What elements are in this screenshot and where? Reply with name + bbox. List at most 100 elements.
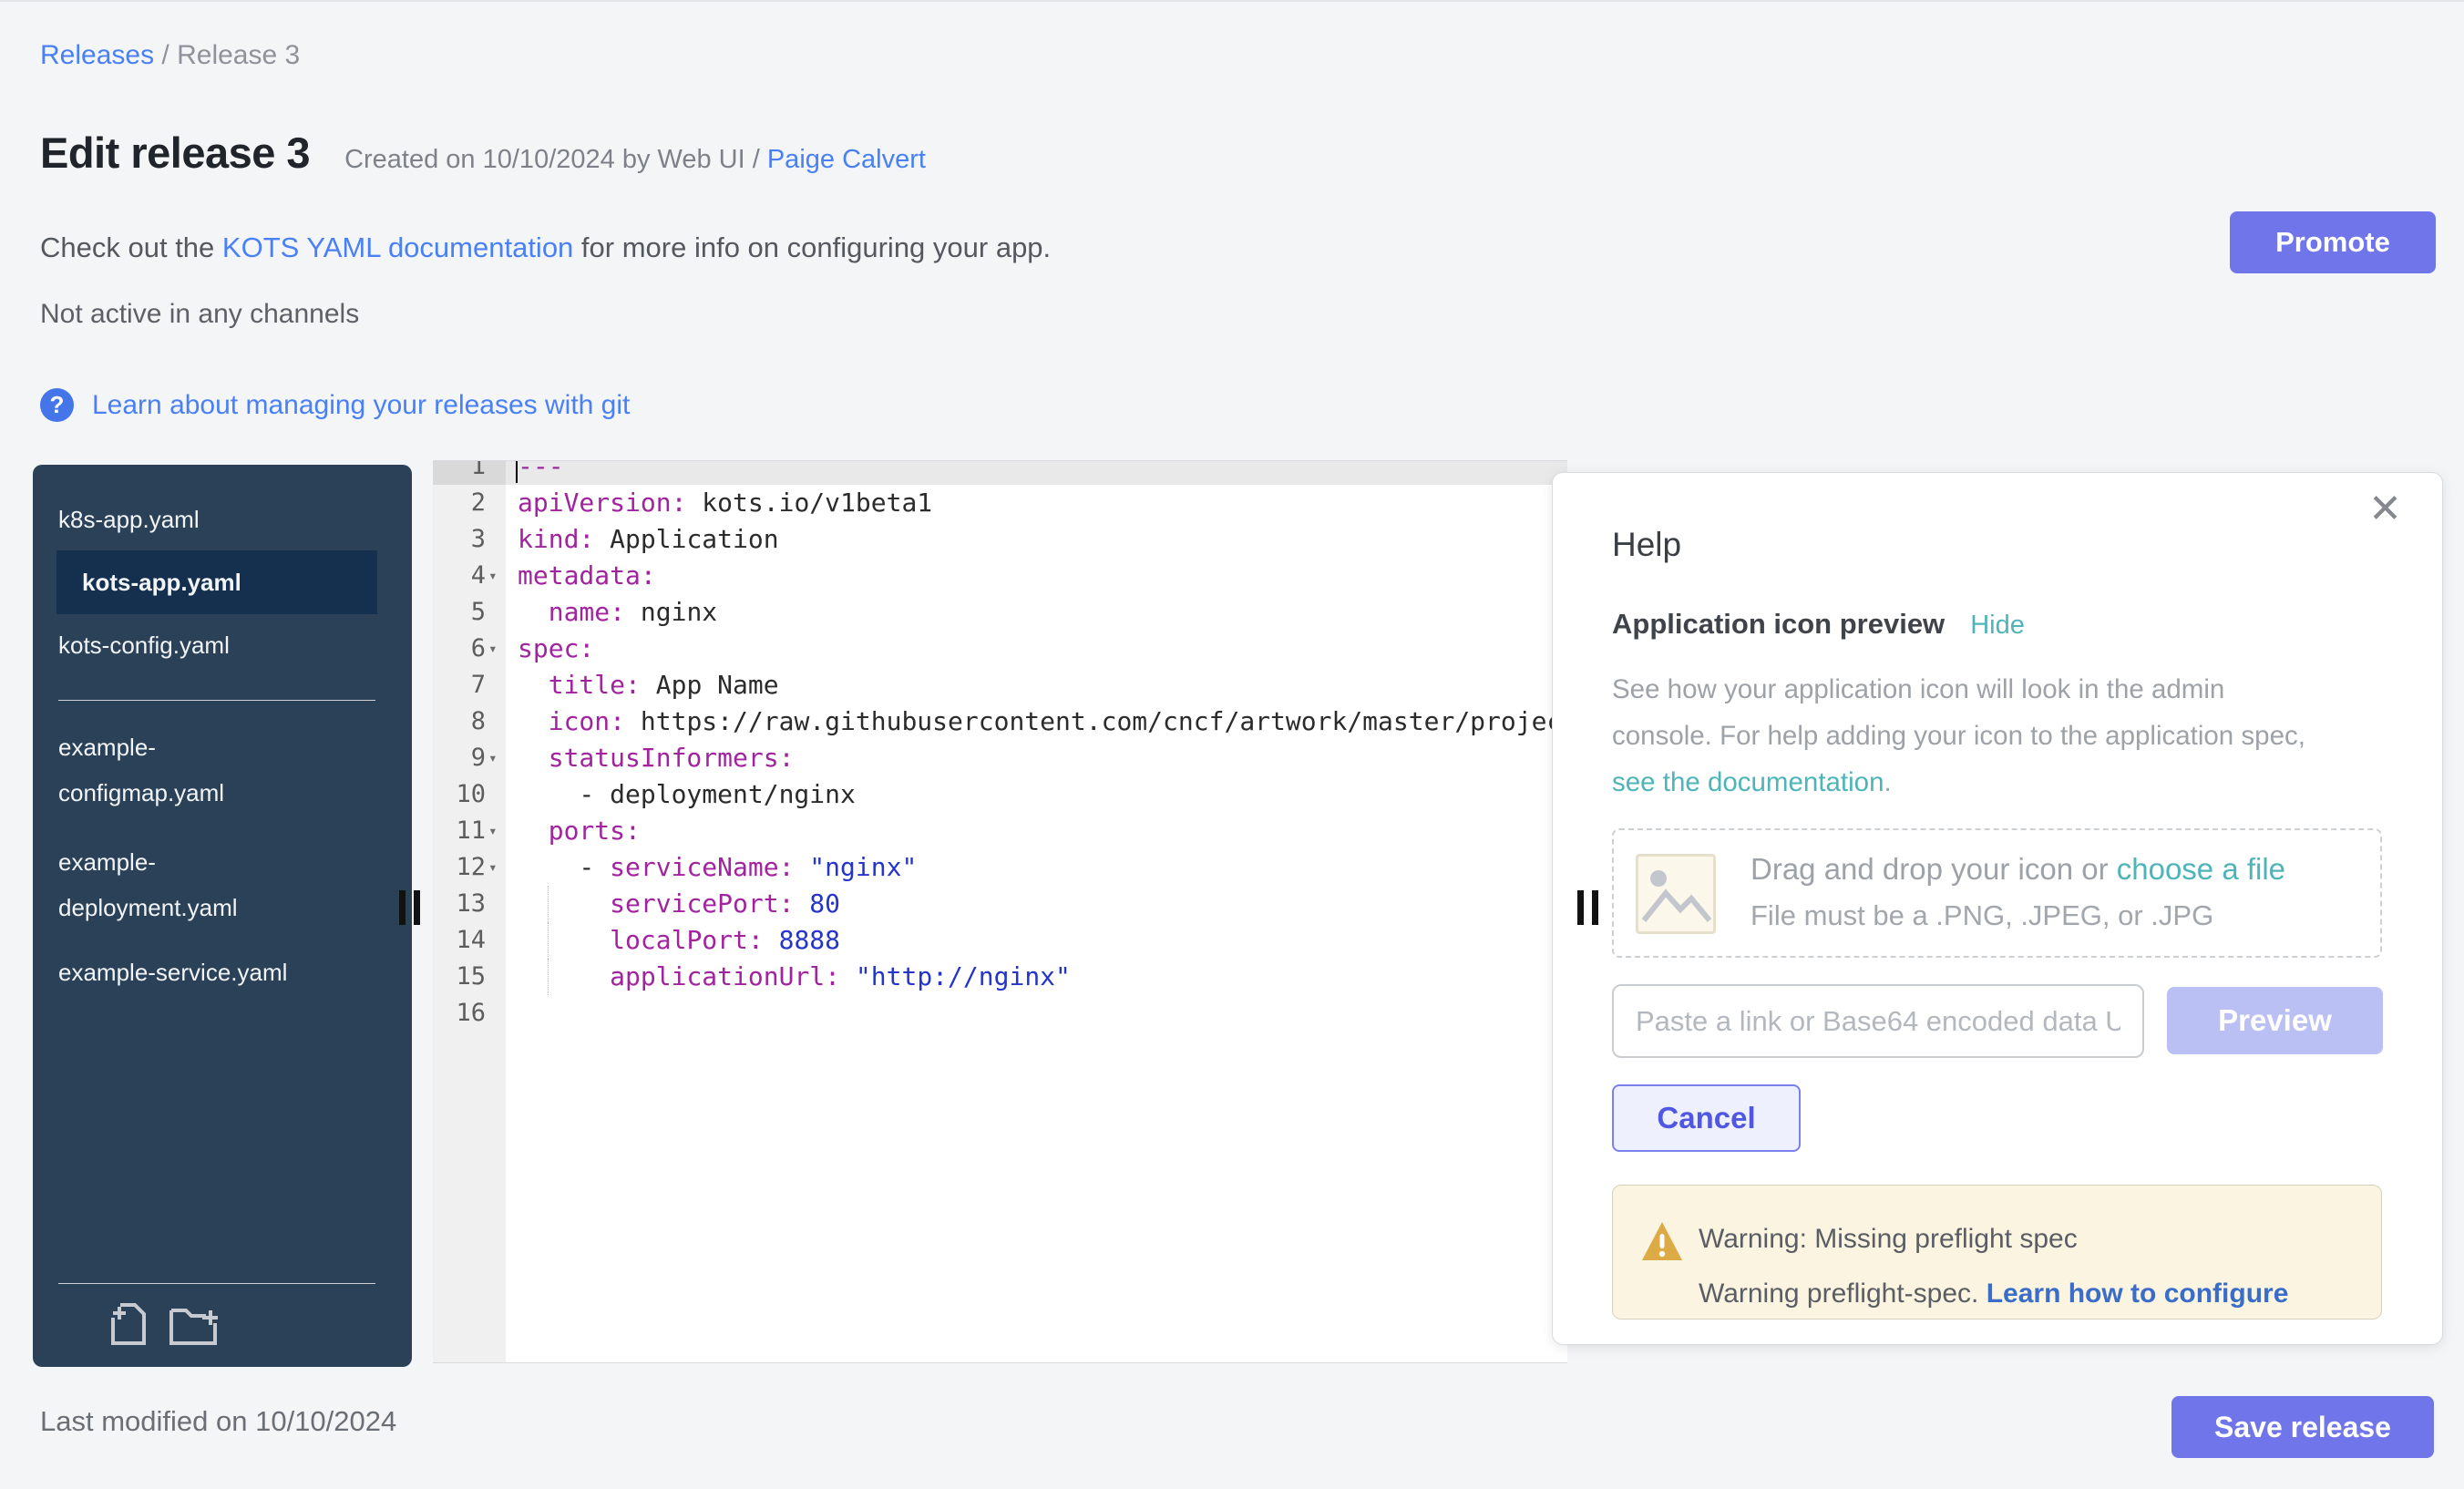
code-lines: 1---2apiVersion: kots.io/v1beta13kind: A…: [433, 460, 1567, 1032]
kots-yaml-docs-link[interactable]: KOTS YAML documentation: [222, 231, 573, 263]
question-circle-icon: ?: [40, 388, 74, 422]
code-content: - deployment/nginx: [506, 776, 1567, 813]
code-line-1[interactable]: 1---: [433, 460, 1567, 485]
line-number: 10: [433, 776, 506, 813]
dropzone-subtext: File must be a .PNG, .JPEG, or .JPG: [1750, 899, 2213, 932]
file-label: example-: [58, 724, 375, 770]
image-placeholder-icon: [1636, 854, 1716, 934]
learn-configure-link[interactable]: Learn how to configure: [1987, 1278, 2289, 1309]
line-number: 9▾: [433, 740, 506, 776]
code-line-2[interactable]: 2apiVersion: kots.io/v1beta1: [433, 485, 1567, 521]
code-content: spec:: [506, 631, 1567, 667]
docs-line: Check out the KOTS YAML documentation fo…: [40, 231, 1051, 264]
warning-triangle-icon: [1640, 1220, 1684, 1262]
git-help-link[interactable]: ? Learn about managing your releases wit…: [40, 388, 630, 422]
line-number: 4▾: [433, 558, 506, 594]
line-number: 8: [433, 703, 506, 740]
preflight-warning: Warning: Missing preflight spec Warning …: [1612, 1185, 2382, 1320]
hide-link[interactable]: Hide: [1970, 611, 2025, 641]
code-content: metadata:: [506, 558, 1567, 594]
sidebar-file-example-configmap.yaml[interactable]: example-configmap.yaml: [33, 724, 412, 816]
code-line-6[interactable]: 6▾spec:: [433, 631, 1567, 667]
code-line-11[interactable]: 11▾ ports:: [433, 813, 1567, 849]
line-number: 5: [433, 594, 506, 631]
fold-arrow-icon[interactable]: ▾: [486, 849, 506, 886]
last-modified: Last modified on 10/10/2024: [40, 1405, 396, 1438]
line-number: 13: [433, 886, 506, 922]
breadcrumb-current: Release 3: [177, 40, 300, 70]
code-content: apiVersion: kots.io/v1beta1: [506, 485, 1567, 521]
help-panel-resize-handle[interactable]: [1577, 890, 1601, 925]
text-cursor: [516, 460, 518, 483]
file-label: configmap.yaml: [58, 770, 375, 816]
yaml-editor[interactable]: 1---2apiVersion: kots.io/v1beta13kind: A…: [433, 460, 1567, 1363]
code-line-9[interactable]: 9▾ statusInformers:: [433, 740, 1567, 776]
author-link[interactable]: Paige Calvert: [767, 145, 926, 174]
breadcrumb-releases-link[interactable]: Releases: [40, 40, 154, 70]
code-line-10[interactable]: 10 - deployment/nginx: [433, 776, 1567, 813]
code-line-15[interactable]: 15 applicationUrl: "http://nginx": [433, 959, 1567, 995]
sidebar-bottom-divider: [58, 1283, 375, 1284]
dropzone-text: Drag and drop your icon or choose a file: [1750, 852, 2285, 887]
line-number: 14: [433, 922, 506, 959]
code-line-14[interactable]: 14 localPort: 8888: [433, 922, 1567, 959]
file-label: example-service.yaml: [58, 954, 375, 991]
code-content: ports:: [506, 813, 1567, 849]
file-label: kots-app.yaml: [58, 550, 377, 614]
help-panel-title: Help: [1612, 526, 1681, 564]
sidebar-resize-handle[interactable]: [399, 890, 423, 925]
sidebar-divider: [58, 700, 375, 701]
code-line-16[interactable]: 16: [433, 995, 1567, 1032]
new-folder-icon[interactable]: [168, 1301, 219, 1347]
code-line-13[interactable]: 13 servicePort: 80: [433, 886, 1567, 922]
code-content: statusInformers:: [506, 740, 1567, 776]
file-list: k8s-app.yaml kots-app.yaml kots-config.yam…: [33, 465, 412, 991]
code-content: - serviceName: "nginx": [506, 849, 1567, 886]
line-number: 6▾: [433, 631, 506, 667]
line-number: 1: [433, 460, 506, 485]
choose-file-link[interactable]: choose a file: [2117, 852, 2285, 886]
preview-button[interactable]: Preview: [2167, 987, 2383, 1054]
cancel-button[interactable]: Cancel: [1612, 1084, 1801, 1152]
fold-arrow-icon[interactable]: ▾: [486, 813, 506, 849]
sidebar-file-kots-config.yaml[interactable]: kots-config.yaml: [33, 627, 412, 663]
icon-preview-heading: Application icon preview: [1612, 608, 1945, 641]
channel-status: Not active in any channels: [40, 299, 359, 330]
sidebar-file-example-service.yaml[interactable]: example-service.yaml: [33, 954, 412, 991]
sidebar-file-k8s-app.yaml[interactable]: k8s-app.yaml: [33, 501, 412, 538]
line-number: 12▾: [433, 849, 506, 886]
git-help-label: Learn about managing your releases with …: [92, 390, 630, 421]
code-content: [506, 995, 1567, 1032]
save-release-button[interactable]: Save release: [2171, 1396, 2434, 1458]
code-line-4[interactable]: 4▾metadata:: [433, 558, 1567, 594]
file-label: k8s-app.yaml: [58, 501, 375, 538]
fold-arrow-icon[interactable]: ▾: [486, 740, 506, 776]
line-number: 11▾: [433, 813, 506, 849]
promote-button[interactable]: Promote: [2230, 211, 2436, 273]
new-file-icon[interactable]: [108, 1301, 146, 1347]
sidebar-file-kots-app.yaml[interactable]: kots-app.yaml: [56, 550, 377, 614]
code-line-3[interactable]: 3kind: Application: [433, 521, 1567, 558]
file-label: deployment.yaml: [58, 885, 375, 930]
code-content: title: App Name: [506, 667, 1567, 703]
close-icon[interactable]: ✕: [2368, 489, 2402, 529]
icon-dropzone[interactable]: Drag and drop your icon or choose a file…: [1612, 828, 2382, 958]
warning-title: Warning: Missing preflight spec: [1699, 1224, 2078, 1255]
code-line-5[interactable]: 5 name: nginx: [433, 594, 1567, 631]
see-documentation-link[interactable]: see the documentation: [1612, 767, 1884, 797]
fold-arrow-icon[interactable]: ▾: [486, 558, 506, 594]
warning-body: Warning preflight-spec. Learn how to con…: [1699, 1278, 2288, 1309]
line-number: 2: [433, 485, 506, 521]
line-number: 15: [433, 959, 506, 995]
code-line-8[interactable]: 8 icon: https://raw.githubusercontent.co…: [433, 703, 1567, 740]
line-number: 16: [433, 995, 506, 1032]
fold-arrow-icon[interactable]: ▾: [486, 631, 506, 667]
code-content: localPort: 8888: [506, 922, 1567, 959]
file-label: kots-config.yaml: [58, 627, 375, 663]
code-content: applicationUrl: "http://nginx": [506, 959, 1567, 995]
sidebar-file-example-deployment.yaml[interactable]: example-deployment.yaml: [33, 839, 412, 930]
icon-preview-description: See how your application icon will look …: [1612, 666, 2305, 806]
icon-url-input[interactable]: [1612, 984, 2144, 1058]
code-line-7[interactable]: 7 title: App Name: [433, 667, 1567, 703]
code-line-12[interactable]: 12▾ - serviceName: "nginx": [433, 849, 1567, 886]
